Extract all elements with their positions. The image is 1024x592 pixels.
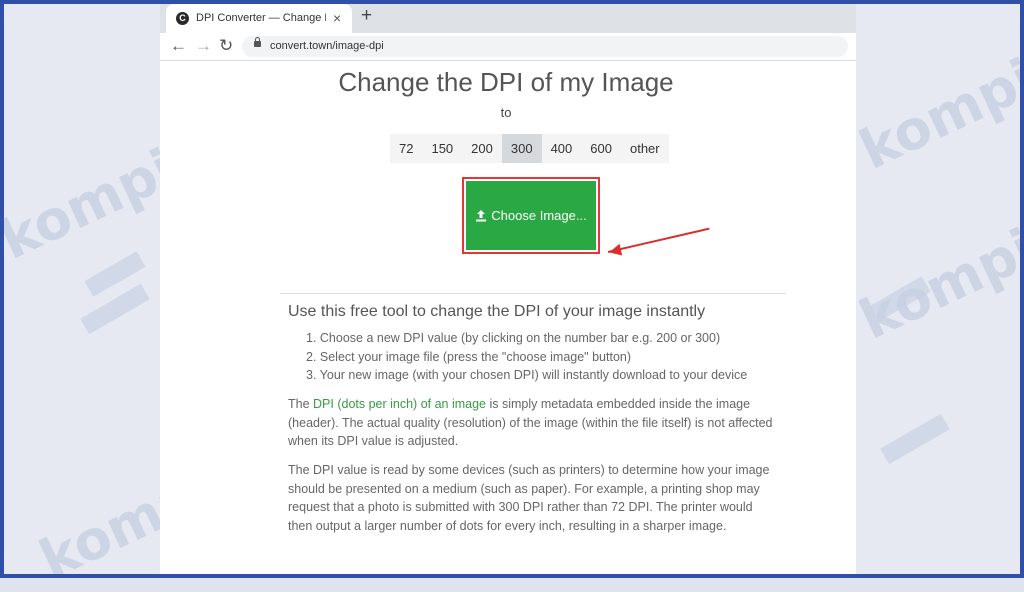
dpi-option-600[interactable]: 600: [581, 134, 621, 163]
to-label: to: [500, 105, 512, 120]
section-heading: Use this free tool to change the DPI of …: [288, 303, 706, 320]
lock-icon: [254, 37, 261, 47]
address-bar[interactable]: convert.town/image-dpi: [242, 36, 848, 57]
browser-tab[interactable]: C DPI Converter — Change DPI of ×: [166, 4, 352, 33]
dpi-selector: 72 150 200 300 400 600 other: [390, 134, 669, 163]
back-icon[interactable]: ←: [170, 36, 187, 56]
choose-image-label: Choose Image...: [491, 208, 587, 223]
page-content: Change the DPI of my Image to 72 150 200…: [160, 61, 856, 578]
steps-list: 1. Choose a new DPI value (by clicking o…: [306, 329, 747, 385]
dpi-option-200[interactable]: 200: [462, 134, 502, 163]
reload-icon[interactable]: ↻: [219, 36, 233, 56]
browser-toolbar: ← → ↻ convert.town/image-dpi: [160, 33, 856, 61]
dpi-option-300[interactable]: 300: [501, 134, 542, 163]
forward-icon[interactable]: →: [195, 36, 212, 56]
dpi-explanation-paragraph: The DPI (dots per inch) of an image is s…: [288, 395, 778, 451]
dpi-usage-paragraph: The DPI value is read by some devices (s…: [288, 463, 770, 533]
divider: [280, 293, 786, 294]
dpi-definition-link[interactable]: DPI (dots per inch) of an image: [313, 397, 486, 411]
dpi-option-other[interactable]: other: [621, 134, 669, 163]
favicon-icon: C: [176, 12, 189, 25]
highlight-box: Choose Image...: [462, 177, 600, 254]
annotation-arrow: [607, 227, 710, 253]
browser-window: C DPI Converter — Change DPI of × + ← → …: [160, 0, 856, 578]
page-title: Change the DPI of my Image: [338, 67, 674, 97]
list-item: 1. Choose a new DPI value (by clicking o…: [306, 331, 721, 345]
dpi-option-400[interactable]: 400: [542, 134, 582, 163]
para1-prefix: The: [288, 397, 314, 411]
dpi-option-150[interactable]: 150: [422, 134, 462, 163]
upload-icon: [476, 209, 487, 221]
url-text[interactable]: convert.town/image-dpi: [270, 40, 384, 52]
tab-close-icon[interactable]: ×: [333, 10, 341, 26]
tab-strip: C DPI Converter — Change DPI of × +: [160, 0, 856, 33]
annotation-arrow-head: [607, 243, 623, 259]
dpi-option-72[interactable]: 72: [390, 134, 422, 163]
new-tab-icon[interactable]: +: [361, 5, 372, 27]
list-item: 3. Your new image (with your chosen DPI)…: [306, 368, 748, 382]
tab-title: DPI Converter — Change DPI of: [196, 12, 326, 24]
choose-image-button[interactable]: Choose Image...: [466, 181, 596, 250]
list-item: 2. Select your image file (press the "ch…: [306, 349, 632, 364]
